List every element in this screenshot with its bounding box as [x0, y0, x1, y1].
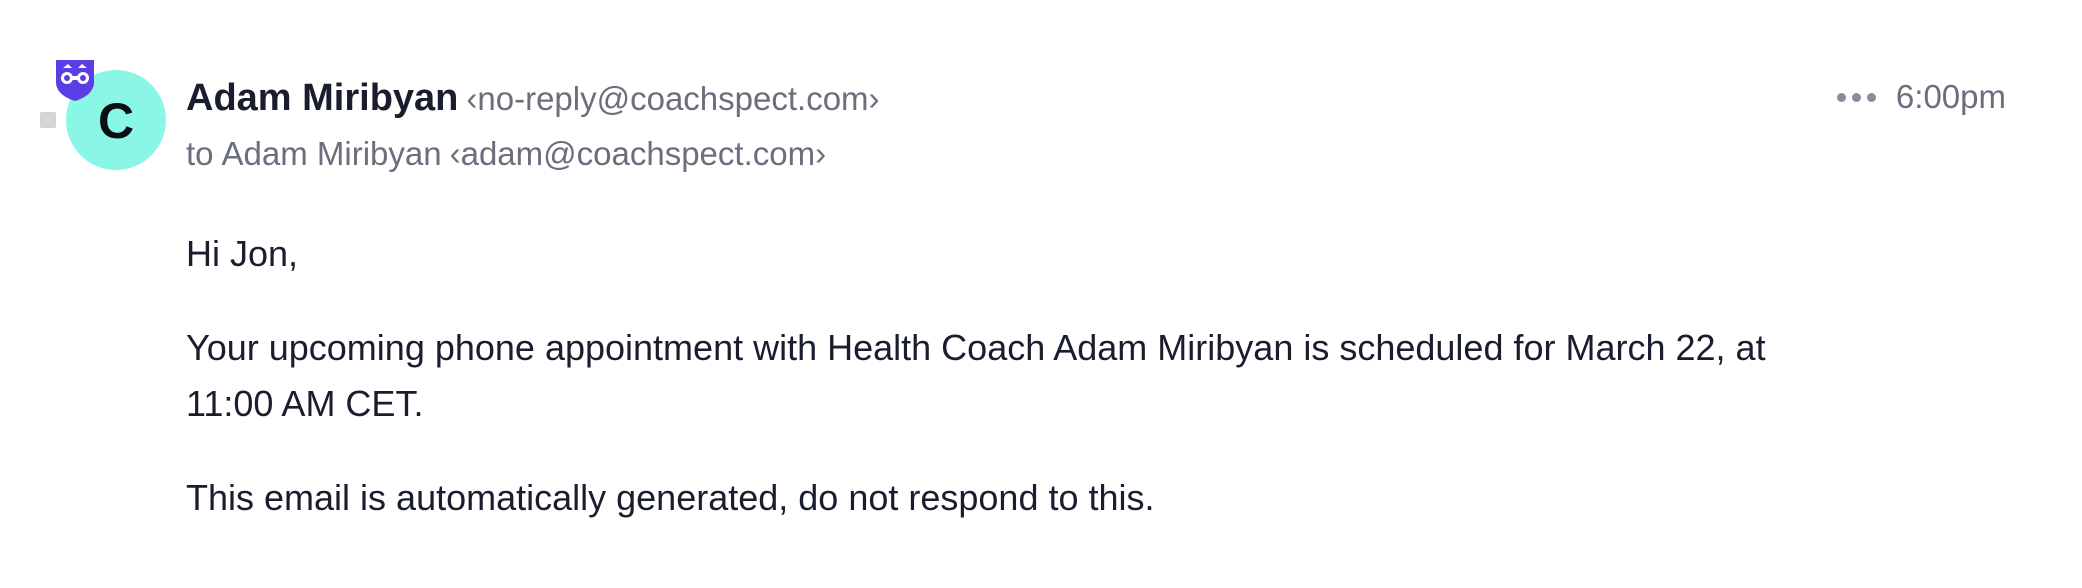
email-message: C Adam Miribyan ‹no-reply@coachspect.com›…	[0, 0, 2082, 588]
more-horizontal-icon	[1836, 92, 1846, 102]
avatar-letter: C	[97, 93, 135, 149]
sender-name[interactable]: Adam Miribyan	[186, 77, 458, 119]
timestamp: 6:00pm	[1895, 78, 2006, 115]
header-actions: 6:00pm	[1835, 78, 2006, 116]
sender-email[interactable]: ‹no-reply@coachspect.com›	[466, 80, 879, 117]
unread-marker[interactable]	[40, 112, 56, 128]
to-prefix: to	[186, 135, 214, 172]
more-dot	[1851, 92, 1861, 102]
to-line: to Adam Miribyan ‹adam@coachspect.com›	[186, 130, 880, 178]
appointment-paragraph: Your upcoming phone appointment with Hea…	[186, 327, 1766, 424]
greeting: Hi Jon,	[186, 233, 299, 274]
more-options-button[interactable]	[1835, 87, 1878, 108]
email-header: Adam Miribyan ‹no-reply@coachspect.com› t…	[186, 72, 880, 178]
from-line: Adam Miribyan ‹no-reply@coachspect.com›	[186, 72, 880, 132]
email-body: Hi Jon, Your upcoming phone appointment …	[186, 226, 1826, 526]
shield-binoculars-icon	[56, 60, 94, 101]
more-dot	[1866, 92, 1876, 102]
recipient-name[interactable]: Adam Miribyan	[222, 135, 442, 172]
auto-generated-notice: This email is automatically generated, d…	[186, 477, 1155, 518]
recipient-email[interactable]: ‹adam@coachspect.com›	[450, 135, 826, 172]
